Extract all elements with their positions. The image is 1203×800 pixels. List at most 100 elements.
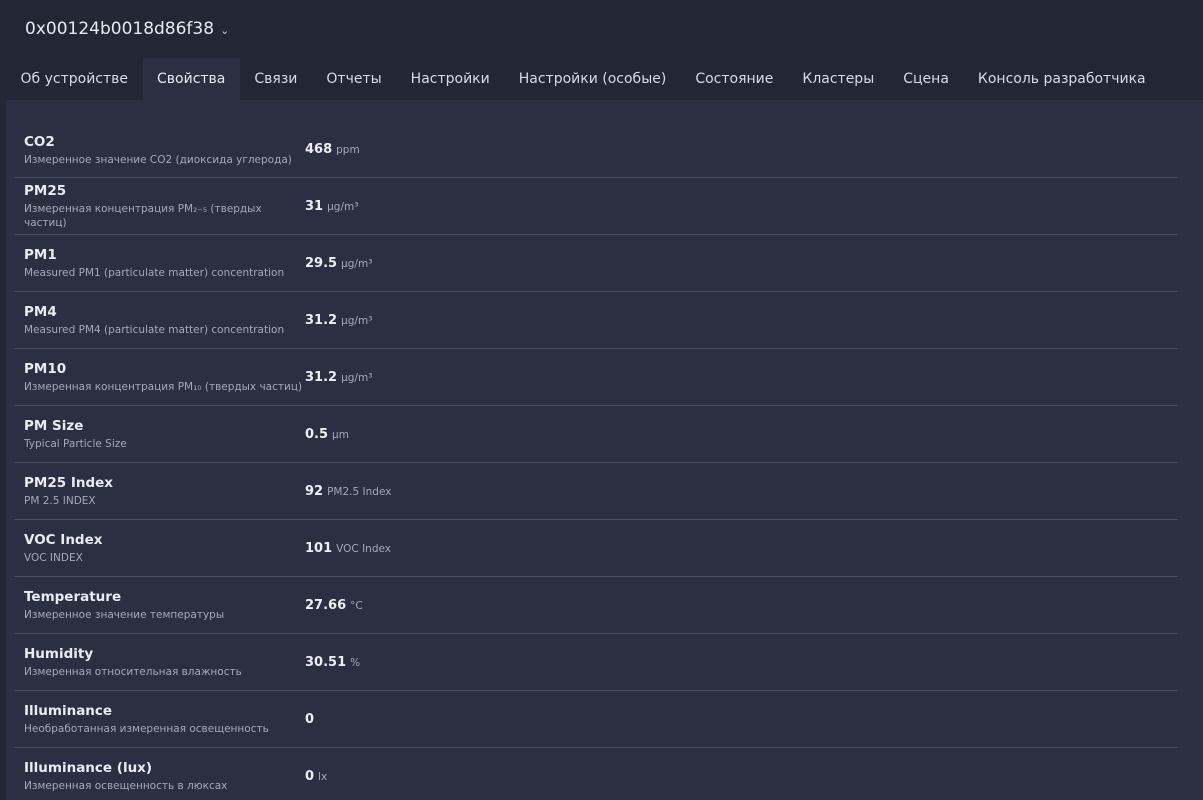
value-unit: VOC Index [336, 542, 391, 555]
tab-7[interactable]: Кластеры [788, 58, 889, 100]
property-name: PM25 Index [24, 475, 113, 491]
value-unit: % [350, 656, 361, 669]
property-description: PM 2.5 INDEX [24, 495, 96, 507]
tab-9[interactable]: Консоль разработчика [963, 58, 1160, 100]
table-row: PM1 Measured PM1 (particulate matter) con… [14, 235, 1178, 292]
property-value: 31 µg/m³ [305, 199, 358, 214]
property-name: Humidity [24, 646, 94, 662]
value-unit: PM2.5 Index [327, 485, 392, 498]
device-address: 0x00124b0018d86f38 [25, 19, 215, 39]
property-name: CO2 [24, 133, 55, 150]
value-number: 31 [305, 198, 324, 214]
value-number: 468 [305, 142, 333, 157]
properties-table: CO2 Измеренное значение CO2 (диоксида угл… [14, 122, 1178, 800]
property-value: 0 [305, 712, 318, 727]
value-number: 0 [305, 711, 315, 727]
property-value: 92 PM2.5 Index [305, 484, 391, 499]
value-unit: µg/m³ [341, 257, 373, 270]
tab-3[interactable]: Отчеты [312, 58, 396, 100]
table-row: Humidity Измеренная относительная влажнос… [14, 634, 1178, 691]
value-unit: µg/m³ [341, 314, 373, 327]
table-row: Temperature Измеренное значение температу… [14, 577, 1178, 634]
table-row: PM10 Измеренная концентрация PM₁₀ (тверды… [14, 349, 1178, 406]
property-description: Измеренная относительная влажность [24, 666, 242, 678]
property-label: Humidity Измеренная относительная влажнос… [14, 645, 305, 679]
table-row: Illuminance Необработанная измеренная осв… [14, 691, 1178, 748]
property-description: Measured PM1 (particulate matter) concen… [24, 267, 285, 279]
property-description: Measured PM4 (particulate matter) concen… [24, 324, 285, 336]
property-name: PM1 [24, 247, 57, 263]
property-label: Illuminance (lux) Измеренная освещенность… [14, 759, 305, 793]
property-label: Temperature Измеренное значение температу… [14, 588, 305, 622]
property-value: 30.51% [305, 655, 360, 670]
topbar: 0x00124b0018d86f38 ⌄ [0, 0, 1203, 58]
table-row: PM Size Typical Particle Size 0.5 µm [14, 406, 1178, 463]
property-name: Temperature [24, 589, 122, 605]
value-unit: µm [332, 428, 349, 441]
property-label: PM Size Typical Particle Size [14, 417, 305, 451]
property-label: PM4 Measured PM4 (particulate matter) con… [14, 303, 305, 337]
table-row: PM4 Measured PM4 (particulate matter) con… [14, 292, 1178, 349]
table-row: VOC Index VOC INDEX 101 VOC Index [14, 520, 1178, 577]
property-description: Измеренная концентрация PM₁₀ (твердых ча… [24, 381, 303, 393]
property-description: Typical Particle Size [24, 438, 127, 450]
value-number: 29.5 [305, 255, 338, 271]
property-label: VOC Index VOC INDEX [14, 531, 305, 565]
properties-panel: CO2 Измеренное значение CO2 (диоксида угл… [6, 100, 1203, 800]
property-value: 27.66 °C [305, 598, 363, 613]
tab-8[interactable]: Сцена [889, 58, 964, 100]
value-unit: µg/m³ [327, 200, 359, 213]
tab-0[interactable]: Об устройстве [6, 58, 143, 100]
chevron-down-icon: ⌄ [220, 23, 230, 37]
property-label: PM10 Измеренная концентрация PM₁₀ (тверды… [14, 360, 305, 394]
property-name: PM4 [24, 304, 57, 320]
table-row: PM25 Index PM 2.5 INDEX 92 PM2.5 Index [14, 463, 1178, 520]
property-value: 468 ppm [305, 142, 360, 157]
value-number: 0 [305, 768, 315, 784]
property-label: PM25 Index PM 2.5 INDEX [14, 474, 305, 508]
value-number: 31.2 [305, 312, 338, 328]
tab-6[interactable]: Состояние [681, 58, 788, 100]
value-number: 0.5 [305, 426, 329, 442]
property-value: 31.2 µg/m³ [305, 370, 372, 385]
tab-bar: Об устройстве Свойства Связи Отчеты Настройк… [0, 58, 1203, 100]
property-name: PM25 [24, 183, 67, 199]
value-unit: µg/m³ [341, 371, 373, 384]
value-unit: ppm [336, 144, 360, 156]
value-number: 30.51 [305, 654, 347, 670]
property-name: Illuminance [24, 703, 113, 719]
property-label: CO2 Измеренное значение CO2 (диоксида угл… [14, 133, 305, 167]
tab-5[interactable]: Настройки (особые) [504, 58, 681, 100]
tab-2[interactable]: Связи [240, 58, 312, 100]
property-value: 0 lx [305, 769, 327, 784]
property-value: 0.5 µm [305, 427, 349, 442]
value-unit: lx [318, 770, 328, 783]
table-row: PM25 Измеренная концентрация PM₂₋₅ (тверд… [14, 178, 1178, 235]
tab-1[interactable]: Свойства [142, 58, 240, 100]
table-row: Illuminance (lux) Измеренная освещенность… [14, 748, 1178, 800]
property-label: PM1 Measured PM1 (particulate matter) con… [14, 246, 305, 280]
table-row: CO2 Измеренное значение CO2 (диоксида угл… [14, 122, 1178, 178]
property-description: Необработанная измеренная освещенность [24, 723, 269, 735]
device-page: 0x00124b0018d86f38 ⌄ Об устройстве Свойст… [0, 0, 1203, 800]
property-description: VOC INDEX [24, 552, 83, 564]
property-name: VOC Index [24, 532, 103, 548]
property-label: PM25 Измеренная концентрация PM₂₋₅ (тверд… [14, 182, 305, 230]
value-number: 27.66 [305, 597, 347, 613]
property-description: Измеренная концентрация PM₂₋₅ (твердых ч… [24, 203, 262, 229]
property-name: PM10 [24, 361, 67, 377]
value-number: 101 [305, 540, 333, 556]
property-description: Измеренная освещенность в люксах [24, 780, 228, 792]
value-number: 31.2 [305, 369, 338, 385]
property-value: 29.5 µg/m³ [305, 256, 372, 271]
value-unit: °C [350, 599, 363, 612]
property-label: Illuminance Необработанная измеренная осв… [14, 702, 305, 736]
tab-4[interactable]: Настройки [396, 58, 504, 100]
property-value: 31.2 µg/m³ [305, 313, 372, 328]
property-name: PM Size [24, 418, 84, 434]
device-selector[interactable]: 0x00124b0018d86f38 ⌄ [25, 19, 229, 39]
property-description: Измеренное значение температуры [24, 609, 225, 621]
property-description: Измеренное значение CO2 (диоксида углеро… [24, 153, 292, 166]
property-name: Illuminance (lux) [24, 760, 153, 776]
property-value: 101 VOC Index [305, 541, 391, 556]
